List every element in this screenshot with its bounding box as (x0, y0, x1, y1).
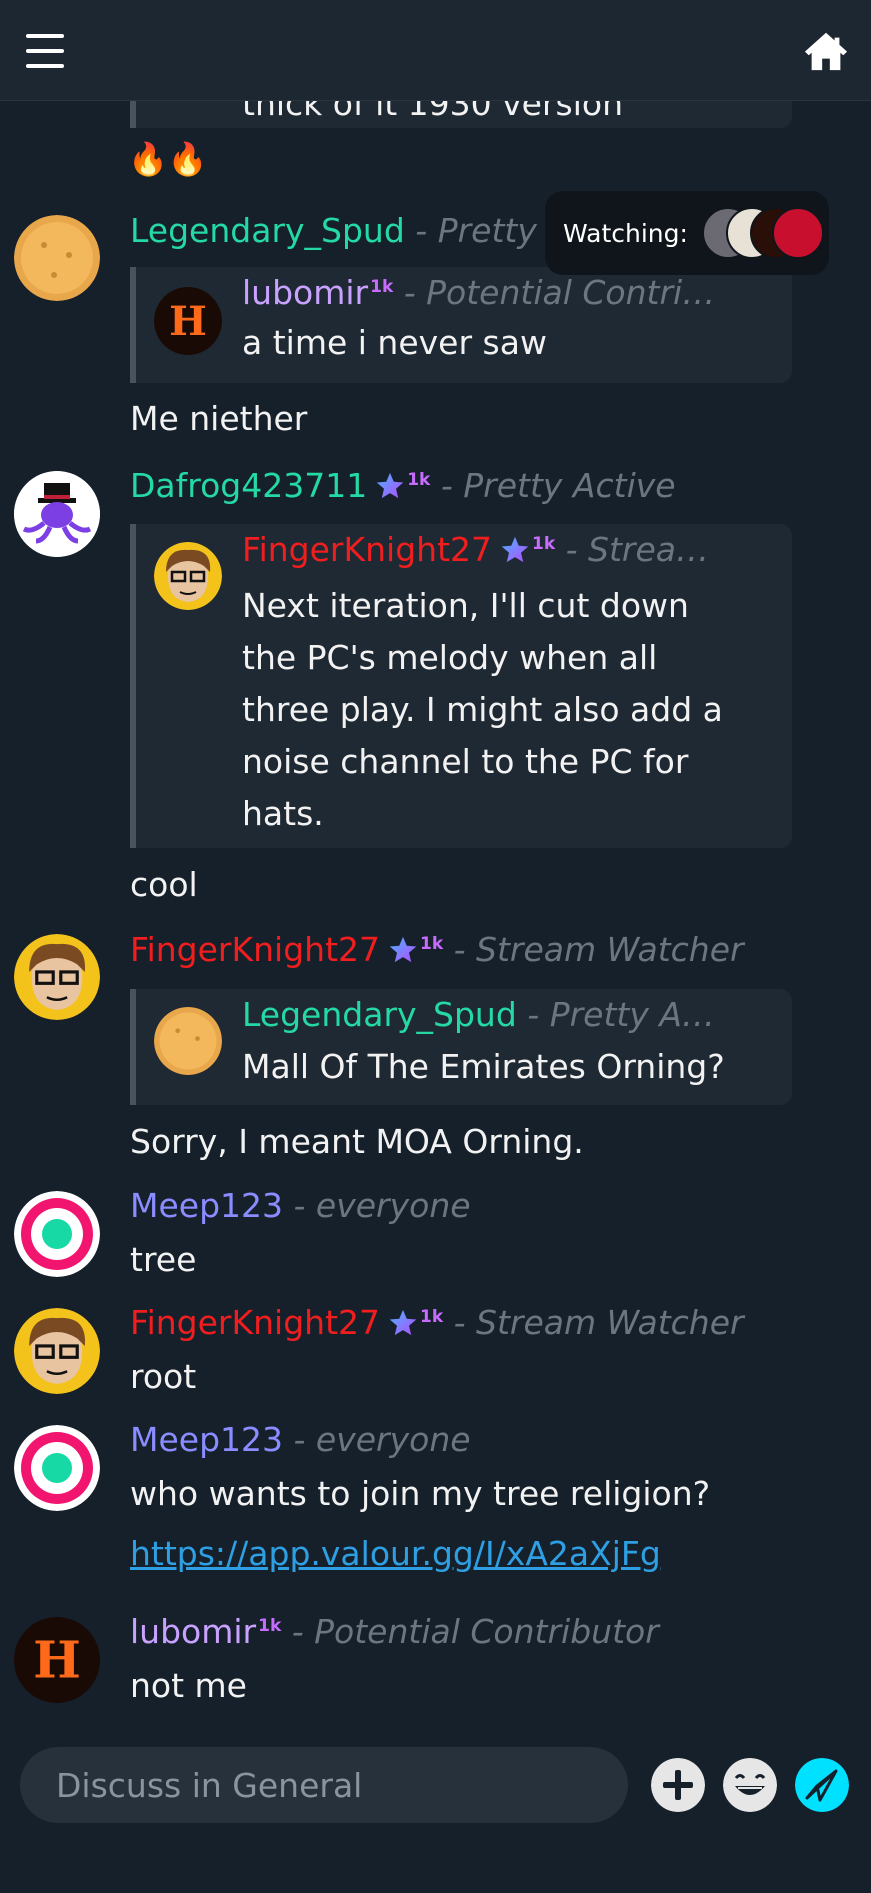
home-icon[interactable] (803, 28, 849, 74)
reply-author-name: FingerKnight27 (242, 530, 492, 569)
reply-text: a time i never saw (242, 323, 547, 362)
message-text: tree (130, 1240, 197, 1279)
top-bar (0, 0, 871, 101)
author-line: Meep123 - everyone (130, 1420, 471, 1459)
message-input[interactable] (20, 1747, 628, 1823)
reply-text-line: noise channel to the PC for (242, 742, 689, 781)
author-line: FingerKnight27 1k - Stream Watcher (130, 1303, 744, 1342)
plus-icon[interactable] (651, 1758, 705, 1812)
author-name[interactable]: Legendary_Spud (130, 211, 405, 250)
reply-level-badge: 1k (532, 534, 556, 554)
reply-author-role: - Potential Contri… (403, 273, 716, 312)
reply-level-badge: 1k (370, 277, 394, 297)
author-role: - everyone (293, 1420, 471, 1459)
author-name[interactable]: FingerKnight27 (130, 1303, 380, 1342)
message-text: not me (130, 1666, 247, 1705)
reply-author-line: Legendary_Spud - Pretty A… (242, 995, 715, 1034)
author-name[interactable]: FingerKnight27 (130, 930, 380, 969)
message-text: cool (130, 865, 198, 904)
avatar[interactable] (14, 1191, 100, 1277)
message-text: Sorry, I meant MOA Orning. (130, 1122, 584, 1161)
svg-text:H: H (169, 298, 207, 345)
reply-author-line: FingerKnight27 1k - Strea… (242, 530, 709, 569)
level-badge: 1k (407, 470, 431, 490)
reply-avatar (154, 542, 222, 610)
message-text: Me niether (130, 399, 308, 438)
reply-author-name: Legendary_Spud (242, 995, 517, 1034)
star-badge-icon (389, 1309, 417, 1336)
level-badge: 1k (258, 1616, 282, 1636)
watching-indicator[interactable]: Watching: (545, 191, 829, 275)
watcher-avatar (771, 207, 824, 259)
reply-author-line: lubomir 1k - Potential Contri… (242, 273, 715, 312)
author-line: Dafrog423711 1k - Pretty Active (130, 466, 676, 505)
reply-text-line: hats. (242, 794, 324, 833)
watching-avatars (701, 207, 824, 259)
message-text: root (130, 1357, 197, 1396)
svg-text:H: H (33, 1631, 81, 1690)
emoji-icon[interactable] (723, 1758, 777, 1812)
reply-author-name: lubomir (242, 273, 369, 312)
reply-quote[interactable]: Legendary_Spud - Pretty A… Mall Of The E… (130, 989, 792, 1105)
fire-reactions[interactable]: 🔥🔥 (128, 140, 208, 178)
avatar[interactable]: H (14, 1617, 100, 1703)
reply-text: Mall Of The Emirates Orning? (242, 1047, 725, 1086)
star-badge-icon (501, 536, 529, 563)
author-role: - Potential Contributor (291, 1612, 659, 1651)
author-name[interactable]: lubomir (130, 1612, 256, 1651)
level-badge: 1k (420, 1307, 444, 1327)
watching-label: Watching: (563, 218, 688, 248)
author-role: - Stream Watcher (453, 1303, 744, 1342)
avatar[interactable] (14, 934, 100, 1020)
avatar[interactable] (14, 471, 100, 557)
star-badge-icon (389, 936, 417, 963)
star-badge-icon (376, 472, 404, 499)
author-line: lubomir 1k - Potential Contributor (130, 1612, 659, 1651)
author-name[interactable]: Dafrog423711 (130, 466, 367, 505)
message-composer (0, 1728, 871, 1893)
level-badge: 1k (420, 934, 444, 954)
message-text: who wants to join my tree religion? (130, 1474, 711, 1513)
author-role: - Pretty Active (440, 466, 676, 505)
avatar[interactable] (14, 1425, 100, 1511)
author-role: - Stream Watcher (453, 930, 744, 969)
reply-author-role: - Strea… (565, 530, 710, 569)
reply-avatar (154, 1007, 222, 1075)
author-name[interactable]: Meep123 (130, 1186, 283, 1225)
reply-text: Next iteration, I'll cut down the PC's m… (242, 580, 782, 840)
reply-text-line: the PC's melody when all (242, 638, 658, 677)
reply-author-role: - Pretty A… (527, 995, 715, 1034)
avatar[interactable] (14, 1308, 100, 1394)
hamburger-menu-icon[interactable] (26, 34, 66, 70)
author-line: FingerKnight27 1k - Stream Watcher (130, 930, 744, 969)
app-window: thick of it 1930 version 🔥🔥 Legendary_Sp… (0, 0, 871, 1893)
message-link[interactable]: https://app.valour.gg/I/xA2aXjFg (130, 1534, 661, 1573)
author-line: Meep123 - everyone (130, 1186, 471, 1225)
author-name[interactable]: Meep123 (130, 1420, 283, 1459)
author-role: - everyone (293, 1186, 471, 1225)
reply-text-line: three play. I might also add a (242, 690, 723, 729)
reply-text-line: Next iteration, I'll cut down (242, 586, 689, 625)
avatar[interactable] (14, 215, 100, 301)
reply-quote[interactable]: FingerKnight27 1k - Strea… Next iteration… (130, 524, 792, 848)
send-icon[interactable] (795, 1758, 849, 1812)
reply-quote[interactable]: H lubomir 1k - Potential Contri… a time i… (130, 267, 792, 383)
reply-avatar: H (154, 287, 222, 355)
